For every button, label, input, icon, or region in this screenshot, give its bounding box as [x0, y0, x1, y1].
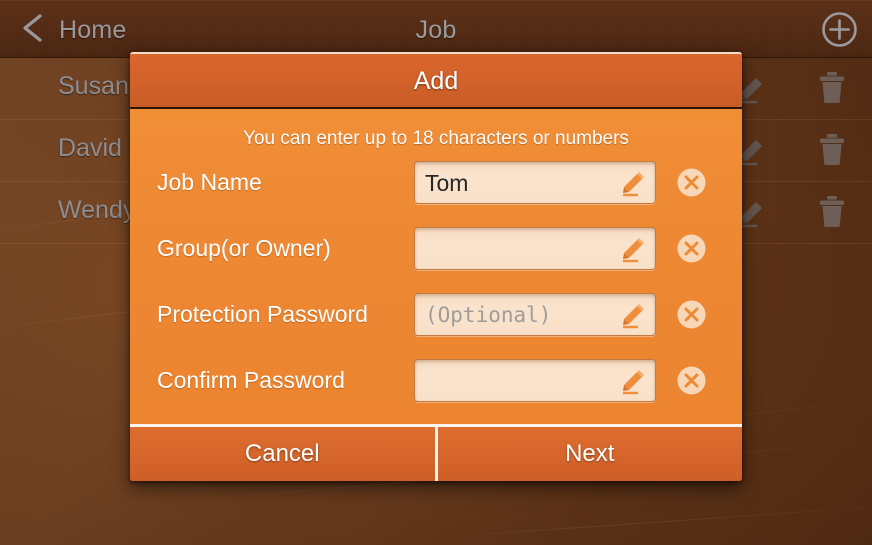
- next-button[interactable]: Next: [438, 427, 743, 481]
- trash-icon[interactable]: [816, 70, 848, 106]
- field-label: Protection Password: [157, 301, 368, 327]
- form-row-protection-password: Protection Password (Optional): [130, 288, 742, 354]
- pencil-icon[interactable]: [619, 301, 648, 330]
- confirm-password-input[interactable]: [414, 359, 656, 402]
- job-name-label: David: [58, 134, 122, 162]
- job-name-label: Susan: [58, 72, 129, 100]
- field-label: Job Name: [157, 169, 262, 195]
- field-label: Confirm Password: [157, 367, 345, 393]
- clear-circle-icon[interactable]: [676, 167, 707, 198]
- input-placeholder: (Optional): [425, 303, 552, 327]
- top-app-bar: Home Job: [0, 0, 872, 58]
- cancel-button[interactable]: Cancel: [130, 427, 435, 481]
- job-name-label: Wendy: [58, 196, 136, 224]
- pencil-icon[interactable]: [619, 235, 648, 264]
- plus-circle-icon[interactable]: [821, 11, 858, 48]
- app-screen: Home Job Susan David Wendy Add You can e…: [0, 0, 872, 545]
- add-job-dialog: Add You can enter up to 18 characters or…: [130, 52, 742, 481]
- clear-circle-icon[interactable]: [676, 365, 707, 396]
- clear-circle-icon[interactable]: [676, 299, 707, 330]
- pencil-icon[interactable]: [619, 367, 648, 396]
- clear-circle-icon[interactable]: [676, 233, 707, 264]
- form-row-confirm-password: Confirm Password: [130, 354, 742, 420]
- field-label: Group(or Owner): [157, 235, 331, 261]
- dialog-title: Add: [413, 67, 459, 95]
- protection-password-input[interactable]: (Optional): [414, 293, 656, 336]
- group-owner-input[interactable]: [414, 227, 656, 270]
- trash-icon[interactable]: [816, 194, 848, 230]
- job-name-input[interactable]: Tom: [414, 161, 656, 204]
- pencil-icon[interactable]: [619, 169, 648, 198]
- form-row-group-owner: Group(or Owner): [130, 222, 742, 288]
- dialog-footer: Cancel Next: [130, 424, 742, 481]
- dialog-header: Add: [130, 52, 742, 109]
- trash-icon[interactable]: [816, 132, 848, 168]
- page-title: Job: [415, 16, 457, 44]
- dialog-body: You can enter up to 18 characters or num…: [130, 109, 742, 424]
- input-value: Tom: [425, 170, 469, 196]
- dialog-hint-text: You can enter up to 18 characters or num…: [243, 128, 629, 149]
- form-row-job-name: Job Name Tom: [130, 156, 742, 222]
